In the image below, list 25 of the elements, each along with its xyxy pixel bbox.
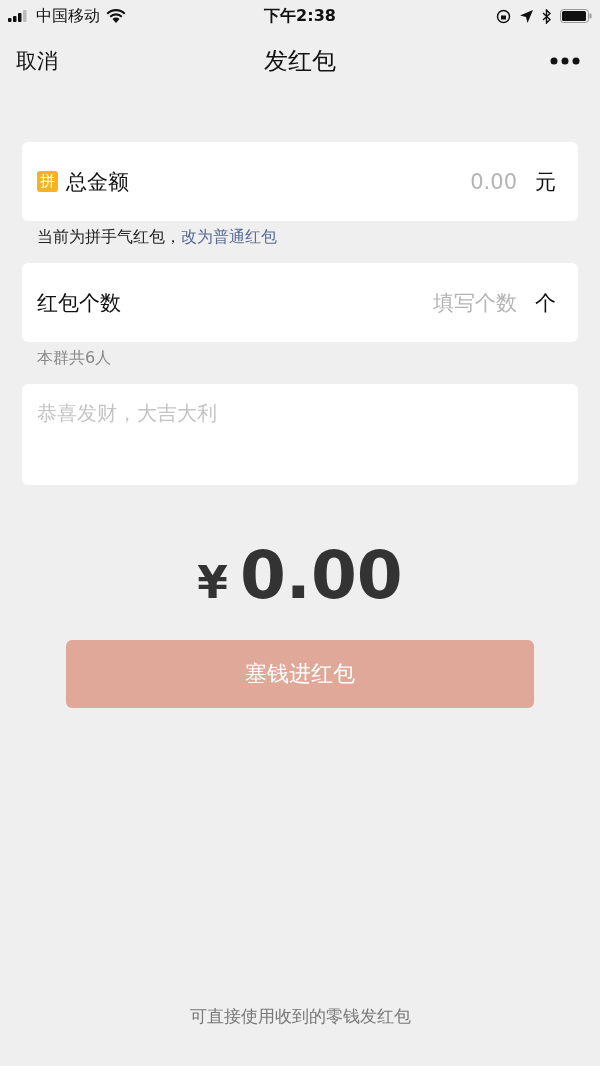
rotation-lock-icon [496,8,511,24]
count-input[interactable]: 填写个数 [121,289,519,316]
clock: 下午2:38 [264,5,336,27]
switch-type-link[interactable]: 改为普通红包 [181,227,277,246]
cancel-button[interactable]: 取消 [16,47,58,75]
signal-icon [8,10,30,22]
page-title: 发红包 [264,46,336,77]
more-icon[interactable] [550,57,580,65]
unit-label: 元 [535,168,556,196]
total-amount: 0.00 [239,537,403,614]
amount-note: 当前为拼手气红包，改为普通红包 [37,227,278,248]
lucky-badge: 拼 [37,171,58,192]
bluetooth-icon [542,8,551,24]
wifi-icon [106,9,126,23]
unit-label: 个 [535,289,556,317]
battery-icon [560,9,592,23]
group-size-note: 本群共6人 [37,348,113,369]
carrier-name: 中国移动 [36,5,100,27]
amount-input[interactable]: 0.00 [129,168,519,195]
currency-symbol: ¥ [197,557,228,608]
field-label: 总金额 [66,168,129,196]
field-label: 红包个数 [37,289,121,317]
footer-note: 可直接使用收到的零钱发红包 [188,1005,412,1028]
message-field[interactable]: 恭喜发财，大吉大利 [22,384,578,485]
location-icon [520,9,533,23]
